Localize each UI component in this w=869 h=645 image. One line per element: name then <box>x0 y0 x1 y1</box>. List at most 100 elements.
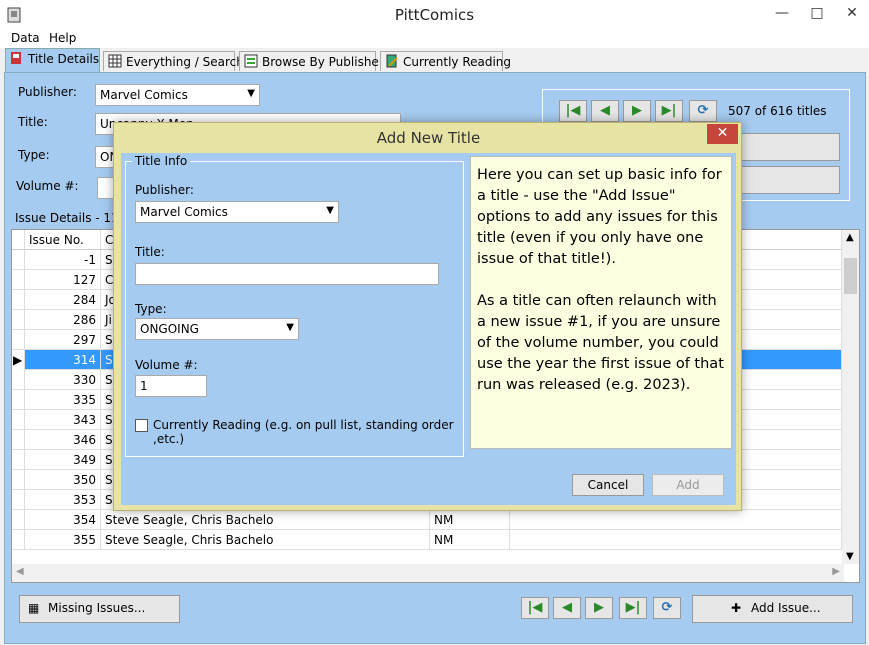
type-label: Type: <box>18 148 50 162</box>
prev-issue-button[interactable]: ◀ <box>553 597 581 619</box>
dialog-publisher-select[interactable]: Marvel Comics ▼ <box>135 201 339 223</box>
column-header-issue-no[interactable]: Issue No. <box>25 230 101 250</box>
arrow-left-icon: ◀ <box>600 103 610 118</box>
tab-everything-search[interactable]: Everything / Search <box>103 51 244 71</box>
publisher-select[interactable]: Marvel Comics ▼ <box>95 84 260 106</box>
arrow-right-icon: ▶ <box>632 103 642 118</box>
close-button[interactable]: ✕ <box>835 0 869 28</box>
scroll-up-icon[interactable]: ▲ <box>846 232 854 243</box>
dialog-title-field[interactable] <box>135 263 439 285</box>
scroll-down-icon[interactable]: ▼ <box>846 551 854 562</box>
row-selector <box>12 330 25 350</box>
dialog-type-select[interactable]: ONGOING ▼ <box>135 318 299 340</box>
title-label: Title: <box>18 115 48 129</box>
title-count: 507 of 616 titles <box>728 104 827 118</box>
issue-number-cell: 297 <box>25 330 101 350</box>
dialog-title: Add New Title <box>376 129 481 147</box>
row-selector <box>12 450 25 470</box>
reading-icon <box>386 54 398 68</box>
table-row[interactable]: 354 Steve Seagle, Chris Bachelo NM <box>12 510 842 530</box>
notes-cell <box>510 510 842 530</box>
grade-cell: NM <box>430 530 510 550</box>
first-issue-button[interactable]: |◀ <box>521 597 549 619</box>
maximize-button[interactable]: □ <box>800 0 834 28</box>
menu-help[interactable]: Help <box>49 31 76 45</box>
volume-label: Volume #: <box>16 179 79 193</box>
issue-number-cell: 354 <box>25 510 101 530</box>
missing-icon: ▦ <box>28 601 40 615</box>
grid-icon <box>108 54 122 68</box>
row-selector <box>12 470 25 490</box>
issue-number-cell: 330 <box>25 370 101 390</box>
issue-number-cell: 284 <box>25 290 101 310</box>
first-icon: |◀ <box>527 600 543 615</box>
dialog-volume-field[interactable]: 1 <box>135 375 207 397</box>
dialog-close-button[interactable]: ✕ <box>707 124 738 144</box>
tab-browse-by-publisher[interactable]: Browse By Publisher <box>239 51 384 71</box>
row-selector <box>12 290 25 310</box>
row-selector: ▶ <box>12 350 25 370</box>
refresh-titles-button[interactable]: ⟳ <box>689 100 717 122</box>
refresh-issues-button[interactable]: ⟳ <box>653 597 681 619</box>
missing-issues-button[interactable]: ▦ Missing Issues... <box>19 595 180 623</box>
arrow-left-icon: ◀ <box>562 600 572 615</box>
next-issue-button[interactable]: ▶ <box>585 597 613 619</box>
add-button[interactable]: Add <box>652 474 724 496</box>
vertical-scrollbar[interactable]: ▲ ▼ <box>842 230 859 564</box>
scroll-left-icon[interactable]: ◀ <box>16 566 24 577</box>
add-issue-button[interactable]: ✚ Add Issue... <box>692 595 853 623</box>
chevron-down-icon: ▼ <box>286 322 294 333</box>
menu-bar: Data Help <box>0 30 869 48</box>
scroll-thumb[interactable] <box>844 258 857 294</box>
next-title-button[interactable]: ▶ <box>623 100 651 122</box>
window-title: PittComics <box>394 6 475 24</box>
scroll-right-icon[interactable]: ▶ <box>832 566 840 577</box>
row-selector <box>12 430 25 450</box>
issue-number-cell: 286 <box>25 310 101 330</box>
publisher-label: Publisher: <box>18 85 77 99</box>
table-row[interactable]: 355 Steve Seagle, Chris Bachelo NM <box>12 530 842 550</box>
tab-title-details[interactable]: Title Details <box>5 48 100 72</box>
row-selector <box>12 390 25 410</box>
tab-currently-reading[interactable]: Currently Reading <box>380 51 511 71</box>
minimize-button[interactable]: — <box>765 0 799 28</box>
dialog-type-label: Type: <box>135 302 167 316</box>
notes-cell <box>510 530 842 550</box>
issue-number-cell: 343 <box>25 410 101 430</box>
book-icon <box>11 52 21 64</box>
last-icon: ▶| <box>661 103 677 118</box>
last-issue-button[interactable]: ▶| <box>619 597 647 619</box>
prev-title-button[interactable]: ◀ <box>591 100 619 122</box>
browse-icon <box>244 54 258 68</box>
issue-number-cell: 355 <box>25 530 101 550</box>
dialog-title-label: Title: <box>135 245 165 259</box>
cancel-button[interactable]: Cancel <box>572 474 644 496</box>
first-title-button[interactable]: |◀ <box>559 100 587 122</box>
title-info-group: Title Info Publisher: Marvel Comics ▼ Ti… <box>125 154 464 457</box>
first-icon: |◀ <box>565 103 581 118</box>
title-bar: PittComics — □ ✕ <box>0 0 869 30</box>
horizontal-scrollbar[interactable]: ◀ ▶ <box>12 564 844 582</box>
currently-reading-checkbox[interactable] <box>135 419 148 432</box>
refresh-icon: ⟳ <box>697 103 709 118</box>
add-new-title-dialog: Add New Title ✕ Title Info Publisher: Ma… <box>113 122 742 511</box>
issue-number-cell: 335 <box>25 390 101 410</box>
issue-number-cell: 346 <box>25 430 101 450</box>
issue-number-cell: -1 <box>25 250 101 270</box>
title-info-legend: Title Info <box>132 154 191 168</box>
row-selector <box>12 310 25 330</box>
row-selector <box>12 490 25 510</box>
menu-data[interactable]: Data <box>11 31 40 45</box>
creators-cell: Steve Seagle, Chris Bachelo <box>101 510 430 530</box>
row-selector <box>12 510 25 530</box>
grade-cell: NM <box>430 510 510 530</box>
currently-reading-label: Currently Reading (e.g. on pull list, st… <box>153 418 454 446</box>
dialog-publisher-label: Publisher: <box>135 183 194 197</box>
last-title-button[interactable]: ▶| <box>655 100 683 122</box>
dialog-volume-label: Volume #: <box>135 358 198 372</box>
row-selector <box>12 530 25 550</box>
row-selector <box>12 250 25 270</box>
close-icon: ✕ <box>716 125 729 141</box>
tab-strip: Title Details Everything / Search Browse… <box>0 48 869 72</box>
chevron-down-icon: ▼ <box>326 205 334 216</box>
